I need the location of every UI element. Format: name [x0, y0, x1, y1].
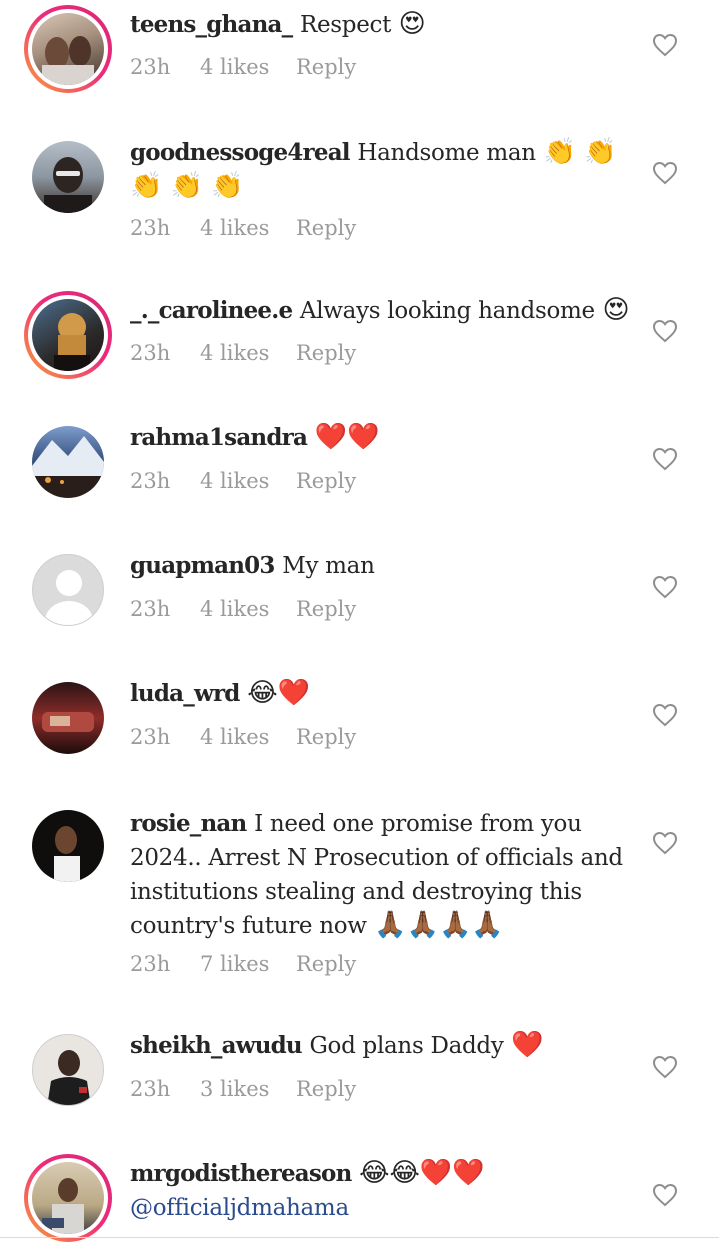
reply-button[interactable]: Reply	[296, 1077, 356, 1101]
comment-likes[interactable]: 4 likes	[200, 597, 296, 621]
comment-likes[interactable]: 7 likes	[200, 952, 296, 976]
comment-text: Always looking handsome	[299, 298, 595, 324]
avatar[interactable]	[32, 1162, 104, 1234]
avatar-photo	[47, 1050, 91, 1105]
comment-likes[interactable]: 4 likes	[200, 216, 296, 240]
mention-link[interactable]: @officialjdmahama	[130, 1195, 349, 1221]
avatar-wrap[interactable]	[24, 133, 112, 221]
avatar-placeholder[interactable]	[32, 554, 104, 626]
heart-outline-icon[interactable]	[652, 831, 678, 855]
reply-button[interactable]: Reply	[296, 952, 356, 976]
avatar[interactable]	[32, 426, 104, 498]
comment-emoji: 😂❤️	[247, 678, 310, 708]
comment-likes[interactable]: 4 likes	[200, 469, 296, 493]
comment-time: 23h	[130, 341, 171, 365]
comment-emoji: 😍	[398, 9, 426, 39]
avatar-photo	[42, 36, 94, 85]
comment-username[interactable]: guapman03	[130, 552, 275, 579]
heart-outline-icon[interactable]	[652, 447, 678, 471]
avatar-photo	[42, 1178, 84, 1234]
comment-emoji: ❤️❤️	[314, 422, 380, 452]
reply-button[interactable]: Reply	[296, 469, 356, 493]
comment-likes[interactable]: 4 likes	[200, 341, 296, 365]
avatar[interactable]	[32, 1034, 104, 1106]
default-avatar-icon	[45, 570, 93, 625]
comment-time: 23h	[130, 952, 171, 976]
comment-text: Respect	[299, 12, 392, 38]
comment-likes[interactable]: 4 likes	[200, 55, 296, 79]
avatar-photo	[44, 157, 92, 213]
comment-time: 23h	[130, 216, 171, 240]
comment-text: God plans Daddy	[309, 1033, 504, 1059]
comment-emoji: 🙏🏾🙏🏾🙏🏾🙏🏾	[374, 910, 504, 940]
comment-text: Handsome man	[357, 140, 536, 166]
comment-username[interactable]: rahma1sandra	[130, 424, 308, 451]
avatar-photo	[32, 436, 104, 498]
comment-time: 23h	[130, 597, 171, 621]
reply-button[interactable]: Reply	[296, 725, 356, 749]
avatar-photo	[54, 313, 90, 371]
comment-time: 23h	[130, 469, 171, 493]
avatar[interactable]	[32, 141, 104, 213]
reply-button[interactable]: Reply	[296, 55, 356, 79]
heart-outline-icon[interactable]	[652, 161, 678, 185]
story-ring[interactable]	[24, 1154, 112, 1242]
reply-button[interactable]: Reply	[296, 341, 356, 365]
avatar[interactable]	[32, 810, 104, 882]
comment-username[interactable]: teens_ghana_	[130, 11, 293, 38]
heart-outline-icon[interactable]	[652, 703, 678, 727]
heart-outline-icon[interactable]	[652, 319, 678, 343]
avatar-wrap[interactable]	[24, 1026, 112, 1114]
comment-likes[interactable]: 3 likes	[200, 1077, 296, 1101]
heart-outline-icon[interactable]	[652, 1055, 678, 1079]
reply-button[interactable]: Reply	[296, 597, 356, 621]
avatar-photo	[54, 826, 80, 882]
comment-username[interactable]: mrgodisthereason	[130, 1160, 352, 1187]
comment-emoji: ❤️	[511, 1030, 544, 1060]
avatar-photo	[42, 712, 94, 732]
avatar[interactable]	[32, 682, 104, 754]
comment-time: 23h	[130, 1077, 171, 1101]
comment-emoji: 😂😂❤️❤️	[359, 1158, 485, 1188]
avatar-wrap[interactable]	[24, 546, 112, 634]
divider	[0, 1237, 719, 1238]
heart-outline-icon[interactable]	[652, 1183, 678, 1207]
avatar-wrap[interactable]	[24, 802, 112, 890]
heart-outline-icon[interactable]	[652, 33, 678, 57]
comment-time: 23h	[130, 725, 171, 749]
comment-likes[interactable]: 4 likes	[200, 725, 296, 749]
avatar-wrap[interactable]	[24, 674, 112, 762]
heart-outline-icon[interactable]	[652, 575, 678, 599]
comment-time: 23h	[130, 55, 171, 79]
comment-text: My man	[282, 553, 375, 579]
story-ring[interactable]	[24, 5, 112, 93]
reply-button[interactable]: Reply	[296, 216, 356, 240]
comment-username[interactable]: _._carolinee.e	[130, 297, 293, 324]
avatar[interactable]	[32, 13, 104, 85]
story-ring[interactable]	[24, 291, 112, 379]
comment-username[interactable]: luda_wrd	[130, 680, 240, 707]
avatar[interactable]	[32, 299, 104, 371]
comment-username[interactable]: rosie_nan	[130, 810, 247, 837]
comment-emoji: 😍	[602, 295, 630, 325]
avatar-wrap[interactable]	[24, 418, 112, 506]
comment-username[interactable]: sheikh_awudu	[130, 1032, 303, 1059]
comment-username[interactable]: goodnessoge4real	[130, 139, 351, 166]
